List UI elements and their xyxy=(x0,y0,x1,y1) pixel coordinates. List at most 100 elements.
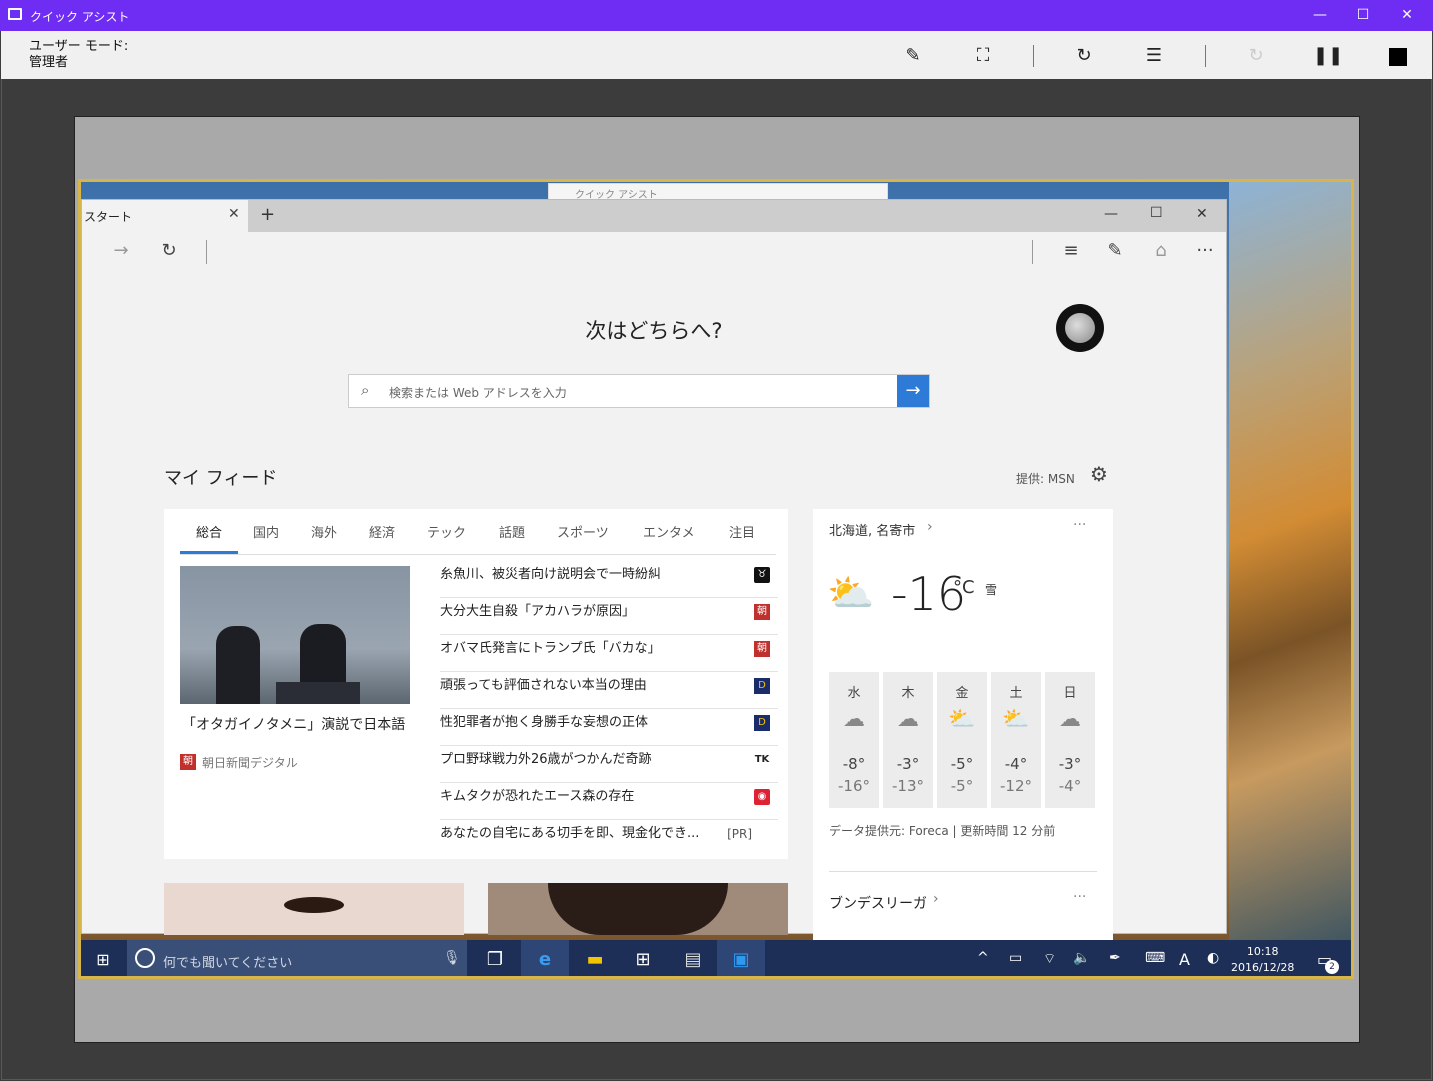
minimize-button[interactable]: — xyxy=(1297,0,1343,31)
story-item[interactable]: 頑張っても評価されない本当の理由 D xyxy=(440,672,778,709)
forecast-day-label: 金 xyxy=(955,686,969,701)
volume-icon[interactable]: 🔈 xyxy=(1073,950,1090,970)
forecast-high: -4° xyxy=(1004,755,1028,773)
separator xyxy=(1205,45,1206,67)
edge-close-icon[interactable]: ✕ xyxy=(1196,206,1208,222)
more-icon[interactable]: ··· xyxy=(1073,517,1086,533)
edge-maximize-icon[interactable]: ☐ xyxy=(1150,205,1163,221)
tab-domestic[interactable]: 国内 xyxy=(253,522,279,541)
featured-caption[interactable]: 「オタガイノタメニ」演説で日本語 xyxy=(182,714,405,734)
reconnect-icon: ↻ xyxy=(1248,45,1264,66)
news-card: 総合 国内 海外 経済 テック 話題 スポーツ エンタメ 注目 「オタガイノタメ… xyxy=(164,509,788,859)
stop-icon[interactable] xyxy=(1389,48,1407,66)
featured-photo[interactable] xyxy=(180,566,410,704)
remote-desktop[interactable]: クイック アシスト スタート ✕ + — ☐ ✕ → ↻ ≡ ✎ ⌂ ··· 次… xyxy=(78,179,1354,979)
tab-entertainment[interactable]: エンタメ xyxy=(643,522,695,541)
snow-icon: ☁ xyxy=(897,707,919,732)
restart-icon[interactable]: ↻ xyxy=(1071,43,1097,69)
more-icon[interactable]: ··· xyxy=(1190,236,1220,266)
store-icon[interactable]: ⊞ xyxy=(619,940,667,976)
bundesliga-link[interactable]: ブンデスリーガ xyxy=(829,893,927,913)
forecast-low: -5° xyxy=(950,777,974,795)
share-icon[interactable]: ⌂ xyxy=(1146,236,1176,266)
chevron-up-icon[interactable]: ^ xyxy=(977,950,989,970)
system-monitor-icon[interactable]: ▤ xyxy=(669,940,717,976)
task-manager-icon[interactable]: ☰ xyxy=(1141,43,1167,69)
story-badge: D xyxy=(754,715,770,731)
close-button[interactable]: ✕ xyxy=(1384,0,1430,31)
tab-tech[interactable]: テック xyxy=(427,522,466,541)
clock[interactable]: 10:18 2016/12/28 xyxy=(1231,944,1294,976)
page-heading: 次はどちらへ? xyxy=(585,319,723,343)
story-item[interactable]: プロ野球戦力外26歳がつかんだ奇跡 TK xyxy=(440,746,778,783)
tab-featured[interactable]: 注目 xyxy=(729,522,755,541)
actual-size-icon[interactable]: ⛶ xyxy=(970,43,996,69)
tab-general[interactable]: 総合 xyxy=(196,522,222,541)
temp-unit: °C xyxy=(953,577,975,598)
story-item[interactable]: あなたの自宅にある切手を即、現金化でき... [PR] xyxy=(440,820,778,857)
battery-icon[interactable]: ▭ xyxy=(1009,950,1022,970)
edge-icon[interactable]: e xyxy=(521,940,569,976)
forecast-high: -5° xyxy=(950,755,974,773)
microphone-icon[interactable]: 🎙 xyxy=(443,950,461,966)
divider xyxy=(829,871,1097,872)
search-box[interactable]: ⌕ 検索または Web アドレスを入力 → xyxy=(348,374,930,408)
more-icon[interactable]: ··· xyxy=(1073,889,1086,905)
keyboard-icon[interactable]: ⌨ xyxy=(1145,950,1165,970)
maximize-button[interactable]: ☐ xyxy=(1340,0,1386,31)
tab-start[interactable]: スタート ✕ xyxy=(82,200,248,232)
tab-sports[interactable]: スポーツ xyxy=(557,522,609,541)
hub-icon[interactable]: ≡ xyxy=(1056,236,1086,266)
forecast-high: -3° xyxy=(1058,755,1082,773)
tab-economy[interactable]: 経済 xyxy=(369,522,395,541)
pause-icon[interactable]: ❚❚ xyxy=(1313,43,1343,69)
refresh-icon[interactable]: ↻ xyxy=(154,236,184,266)
cortana-placeholder: 何でも聞いてください xyxy=(163,956,293,971)
edge-minimize-icon[interactable]: — xyxy=(1104,206,1118,222)
annotate-icon[interactable]: ✎ xyxy=(900,43,926,69)
forecast-day[interactable]: 水 ☁ -8° -16° xyxy=(829,672,879,808)
tab-topics[interactable]: 話題 xyxy=(499,522,525,541)
ime-mode[interactable]: A xyxy=(1179,950,1190,970)
news-tile[interactable] xyxy=(164,883,464,935)
tab-world[interactable]: 海外 xyxy=(311,522,337,541)
story-item[interactable]: 糸魚川、被災者向け説明会で一時紛糾 ♉ xyxy=(440,561,778,598)
story-item[interactable]: オバマ氏発言にトランプ氏「バカな」 朝 xyxy=(440,635,778,672)
story-badge: 朝 xyxy=(754,641,770,657)
go-button[interactable]: → xyxy=(897,375,929,407)
story-item[interactable]: 大分大生自殺「アカハラが原因」 朝 xyxy=(440,598,778,635)
story-item[interactable]: 性犯罪者が抱く身勝手な妄想の正体 D xyxy=(440,709,778,746)
news-tile[interactable] xyxy=(488,883,788,935)
weather-location[interactable]: 北海道, 名寄市 xyxy=(829,520,915,539)
forecast-day[interactable]: 日 ☁ -3° -4° xyxy=(1045,672,1095,808)
window-title: クイック アシスト xyxy=(30,10,130,24)
forecast-day-label: 日 xyxy=(1063,686,1077,701)
quick-assist-icon[interactable]: ▣ xyxy=(717,940,765,976)
pen-icon[interactable]: ✒ xyxy=(1109,950,1121,970)
wifi-icon[interactable]: ⌔ xyxy=(1043,950,1056,970)
cloud-icon: ☁ xyxy=(843,707,865,732)
close-tab-icon[interactable]: ✕ xyxy=(228,206,240,222)
windows-start-icon[interactable]: ⊞ xyxy=(81,940,125,976)
file-explorer-icon[interactable]: ▬ xyxy=(571,940,619,976)
story-item[interactable]: キムタクが恐れたエース森の存在 ◉ xyxy=(440,783,778,820)
task-view-icon[interactable]: ❐ xyxy=(471,940,519,976)
wallpaper xyxy=(1229,182,1351,942)
ime-pad-icon[interactable]: ◐ xyxy=(1207,950,1219,970)
weather-source: データ提供元: Foreca | 更新時間 12 分前 xyxy=(829,824,1056,838)
separator xyxy=(1032,240,1033,264)
edge-browser-window[interactable]: スタート ✕ + — ☐ ✕ → ↻ ≡ ✎ ⌂ ··· 次はどちらへ? ⌕ 検… xyxy=(81,199,1227,949)
weather-condition: 雪 xyxy=(985,583,998,597)
new-tab-icon[interactable]: + xyxy=(260,204,275,225)
provider-label: 提供: MSN xyxy=(1016,472,1075,486)
forecast-day[interactable]: 木 ☁ -3° -13° xyxy=(883,672,933,808)
forecast-day[interactable]: 土 ⛅ -4° -12° xyxy=(991,672,1041,808)
forecast-low: -16° xyxy=(838,777,870,795)
forecast-day[interactable]: 金 ⛅ -5° -5° xyxy=(937,672,987,808)
forward-icon[interactable]: → xyxy=(106,236,136,266)
cortana-search[interactable]: 何でも聞いてください 🎙 xyxy=(127,940,467,976)
web-note-icon[interactable]: ✎ xyxy=(1100,236,1130,266)
gear-icon[interactable]: ⚙ xyxy=(1090,462,1108,486)
forecast-day-label: 水 xyxy=(847,686,861,701)
story-title: 糸魚川、被災者向け説明会で一時紛糾 xyxy=(440,567,662,582)
